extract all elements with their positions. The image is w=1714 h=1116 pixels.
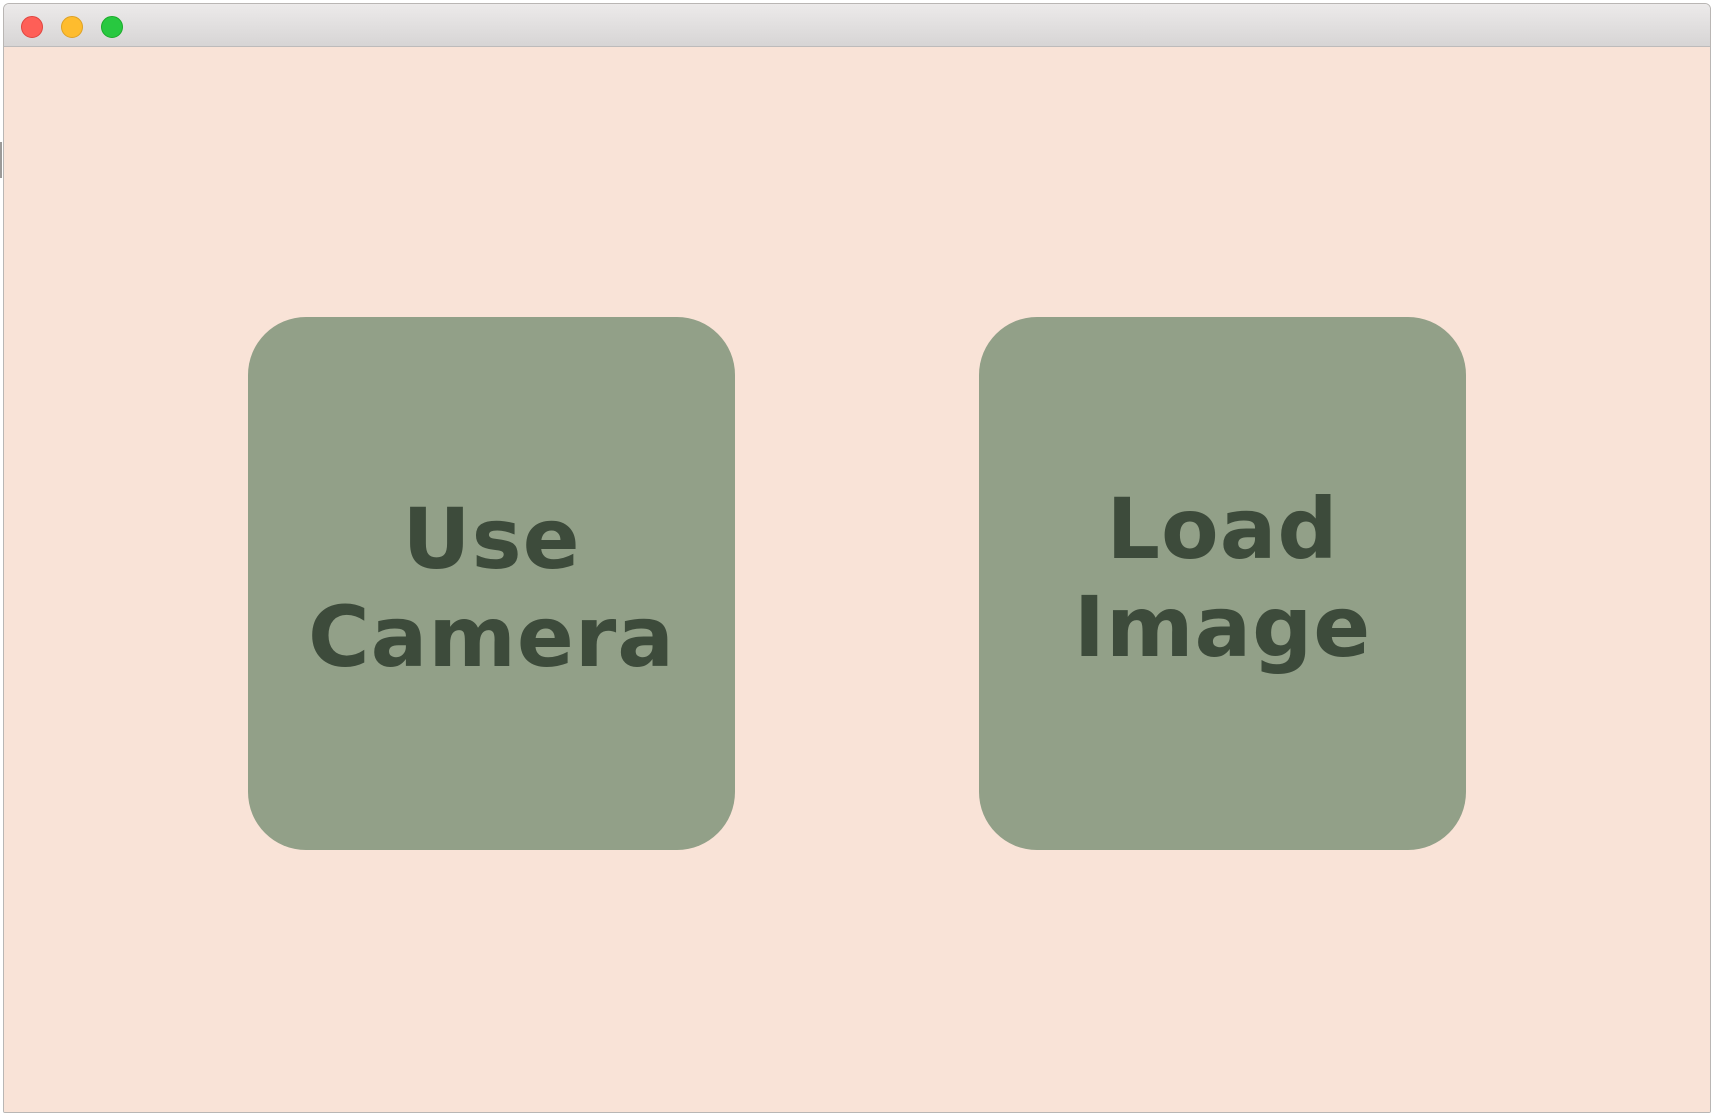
- load-image-label-line1: Load: [1106, 479, 1339, 578]
- use-camera-label-line2: Camera: [308, 587, 675, 686]
- zoom-button[interactable]: [101, 16, 123, 38]
- load-image-button[interactable]: Load Image: [979, 317, 1466, 850]
- close-button[interactable]: [21, 16, 43, 38]
- load-image-label-line2: Image: [1073, 577, 1372, 676]
- use-camera-button[interactable]: Use Camera: [248, 317, 735, 850]
- minimize-button[interactable]: [61, 16, 83, 38]
- use-camera-label-line1: Use: [402, 489, 581, 588]
- app-window: Use Camera Load Image: [3, 3, 1711, 1113]
- load-image-label: Load Image: [1074, 480, 1372, 676]
- title-bar[interactable]: [4, 4, 1710, 47]
- window-edge-mark: [0, 142, 2, 178]
- use-camera-label: Use Camera: [308, 490, 675, 686]
- main-content: Use Camera Load Image: [4, 47, 1710, 1112]
